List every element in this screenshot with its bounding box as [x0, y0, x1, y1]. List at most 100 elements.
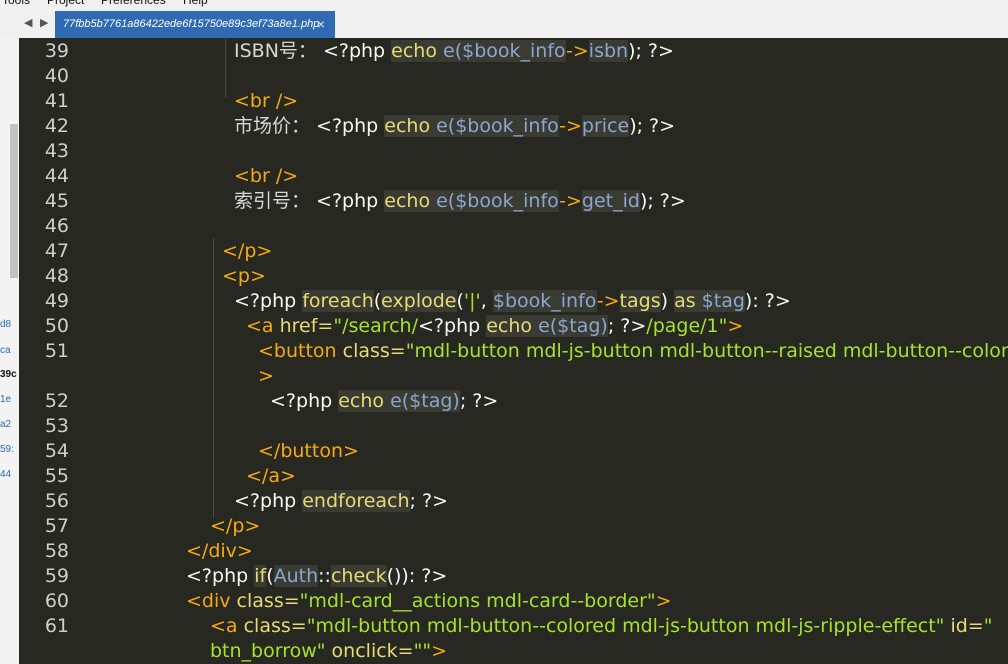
code-line[interactable]: 52 <?php echo e($tag); ?>	[19, 389, 1008, 414]
line-number: 54	[44, 440, 69, 462]
code-editor[interactable]: 39 ISBN号： <?php echo e($book_info->isbn);…	[19, 38, 1008, 664]
code-token: )	[452, 390, 460, 412]
code-line[interactable]: 46	[19, 214, 1008, 239]
code-token: >	[727, 315, 744, 337]
code-token: <?php	[316, 115, 385, 137]
line-number: 58	[44, 540, 69, 562]
code-token: btn_borrow"	[210, 640, 326, 662]
code-token: e(	[436, 115, 456, 137]
code-token: $tag	[701, 290, 745, 312]
code-token: ->	[596, 290, 620, 312]
code-token: class=	[243, 615, 307, 637]
code-line[interactable]: 43	[19, 139, 1008, 164]
menu-item-project[interactable]: Project	[47, 0, 84, 7]
code-token: ->	[566, 40, 589, 62]
close-icon[interactable]: ×	[317, 16, 325, 32]
code-line[interactable]: 45 索引号： <?php echo e($book_info->get_id);…	[19, 189, 1008, 214]
code-token: "	[983, 615, 993, 637]
menu-item-tools[interactable]: Tools	[2, 0, 30, 7]
code-line[interactable]: 59 <?php if(Auth::check()): ?>	[19, 564, 1008, 589]
code-token: "mdl-card__actions mdl-card--border"	[299, 590, 656, 612]
code-token: as	[674, 290, 702, 312]
code-line[interactable]: 48 <p>	[19, 264, 1008, 289]
code-token: echo	[384, 115, 437, 137]
code-line[interactable]: 60 <div class="mdl-card__actions mdl-card…	[19, 589, 1008, 614]
code-token: $book_info	[455, 190, 560, 212]
sidebar-file-item[interactable]: 59:	[0, 444, 14, 455]
code-line[interactable]: 51 <button class="mdl-button mdl-js-butto…	[19, 339, 1008, 364]
code-text: <?php echo e($tag); ?>	[270, 389, 498, 414]
menu-item-help[interactable]: Help	[183, 0, 208, 7]
code-line[interactable]: 54 </button>	[19, 439, 1008, 464]
code-text: <?php if(Auth::check()): ?>	[186, 564, 447, 589]
code-text: <p>	[222, 264, 266, 289]
code-token: id=	[944, 615, 984, 637]
code-token: endforeach	[302, 490, 410, 512]
code-token: $book_info	[462, 40, 567, 62]
code-line[interactable]: 44 <br />	[19, 164, 1008, 189]
sidebar-file-item[interactable]: 39c	[0, 369, 17, 380]
code-token: '|'	[463, 290, 481, 312]
sidebar-scrollbar[interactable]	[10, 124, 18, 278]
code-line[interactable]: 57 </p>	[19, 514, 1008, 539]
sidebar-file-item[interactable]: a2	[0, 419, 11, 430]
code-line[interactable]: 53	[19, 414, 1008, 439]
code-line[interactable]: 61 <a class="mdl-button mdl-button--color…	[19, 614, 1008, 639]
code-text: <button class="mdl-button mdl-js-button …	[258, 339, 1008, 364]
line-number: 45	[44, 190, 69, 212]
code-token: 索引号：	[234, 190, 317, 212]
tab-active-file[interactable]: 77fbb5b7761a86422ede6f15750e89c3ef73a8e1…	[55, 11, 335, 38]
line-number: 46	[44, 215, 69, 237]
code-line[interactable]: 41 <br />	[19, 89, 1008, 114]
code-token: <div	[186, 590, 237, 612]
code-token: "mdl-button mdl-js-button mdl-button--ra…	[405, 340, 1008, 362]
line-number: 44	[44, 165, 69, 187]
line-number: 60	[44, 590, 69, 612]
code-line[interactable]: 55 </a>	[19, 464, 1008, 489]
line-number: 52	[44, 390, 69, 412]
tab-title: 77fbb5b7761a86422ede6f15750e89c3ef73a8e1…	[63, 18, 320, 30]
code-text: <?php endforeach; ?>	[234, 489, 448, 514]
sidebar-file-item[interactable]: 44	[0, 469, 11, 480]
sidebar-file-item[interactable]: d8	[0, 319, 11, 330]
code-token: <a	[246, 315, 280, 337]
menu-bar: Tools Project Preferences Help	[0, 0, 1008, 8]
code-token: <?php	[322, 40, 392, 62]
code-token: ; ?>	[459, 390, 499, 412]
code-token: Auth	[273, 565, 319, 587]
code-token: /page/1"	[646, 315, 728, 337]
code-token: <?php	[234, 490, 303, 512]
code-line[interactable]: 58 </div>	[19, 539, 1008, 564]
code-token: ; ?>	[409, 490, 448, 512]
code-line[interactable]: 56 <?php endforeach; ?>	[19, 489, 1008, 514]
code-line[interactable]: 42 市场价： <?php echo e($book_info->price); …	[19, 114, 1008, 139]
code-line[interactable]: btn_borrow" onclick="">	[19, 639, 1008, 664]
code-line[interactable]: 50 <a href="/search/<?php echo e($tag); ?…	[19, 314, 1008, 339]
code-line[interactable]: 40	[19, 64, 1008, 89]
code-token: ); ?>	[639, 190, 686, 212]
code-text: >	[258, 364, 274, 389]
sidebar-file-item[interactable]: ca	[0, 345, 11, 356]
code-token: <?php	[418, 315, 487, 337]
code-line[interactable]: 49 <?php foreach(explode('|', $book_info-…	[19, 289, 1008, 314]
code-token: )	[660, 290, 675, 312]
code-line[interactable]: >	[19, 364, 1008, 389]
code-token: </p>	[222, 240, 273, 262]
code-text: </p>	[222, 239, 272, 264]
code-text: </button>	[258, 439, 359, 464]
code-text: <br />	[234, 89, 298, 114]
code-token: if	[254, 565, 267, 587]
line-number: 51	[44, 340, 69, 362]
forward-arrow-icon[interactable]: ▶	[40, 16, 48, 29]
code-line[interactable]: 47 </p>	[19, 239, 1008, 264]
sidebar-file-item[interactable]: 1e	[0, 394, 11, 405]
code-token: price	[581, 115, 630, 137]
menu-item-preferences[interactable]: Preferences	[101, 0, 166, 7]
code-line[interactable]: 39 ISBN号： <?php echo e($book_info->isbn);…	[19, 39, 1008, 64]
code-token: ->	[559, 115, 582, 137]
code-token: ; ?>	[607, 315, 647, 337]
code-token: echo	[384, 190, 437, 212]
line-number: 56	[44, 490, 69, 512]
code-token: get_id	[581, 190, 640, 212]
back-arrow-icon[interactable]: ◀	[24, 16, 32, 29]
